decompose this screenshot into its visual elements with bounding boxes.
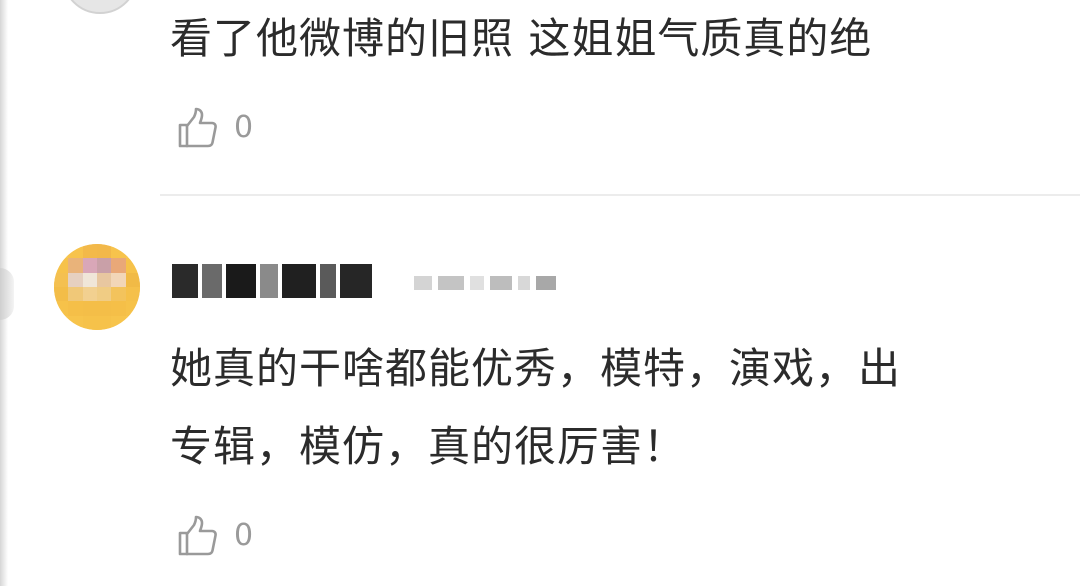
comment-text-line: 她真的干啥都能优秀，模特，演戏，出 xyxy=(170,344,902,393)
comment-meta-redacted xyxy=(414,272,556,294)
comment-text-line: 专辑，模仿，真的很厉害！ xyxy=(170,422,687,471)
like-count: 0 xyxy=(234,110,254,145)
avatar[interactable] xyxy=(54,244,140,330)
back-swipe-handle[interactable] xyxy=(0,268,14,320)
like-count: 0 xyxy=(234,518,254,553)
comment-text: 她真的干啥都能优秀，模特，演戏，出 专辑，模仿，真的很厉害！ xyxy=(170,330,901,486)
like-button[interactable]: 0 xyxy=(174,513,253,559)
comment-text-line: 看了他微博的旧照 这姐姐气质真的绝 xyxy=(170,14,873,63)
comment-divider xyxy=(160,194,1080,196)
avatar[interactable] xyxy=(62,0,138,14)
thumbs-up-icon xyxy=(178,107,217,148)
avatar-image xyxy=(54,244,140,330)
comment-text: 看了他微博的旧照 这姐姐气质真的绝 xyxy=(170,0,872,78)
username-redacted[interactable] xyxy=(172,258,382,304)
like-button[interactable]: 0 xyxy=(174,105,253,151)
thumbs-up-icon xyxy=(178,515,217,556)
